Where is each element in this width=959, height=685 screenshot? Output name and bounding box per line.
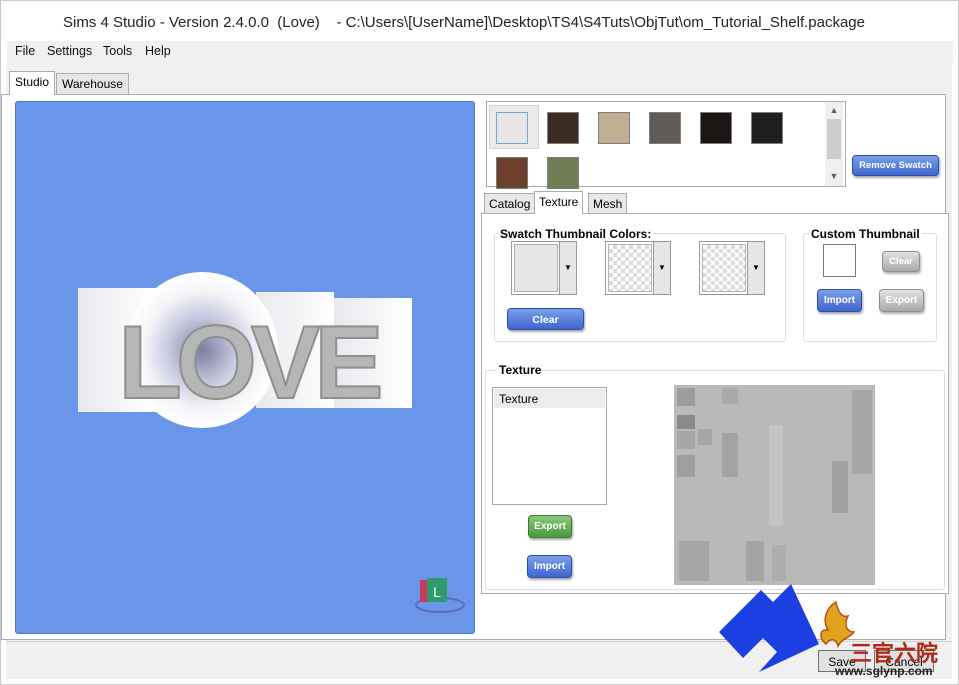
- menu-help[interactable]: Help: [145, 44, 171, 58]
- swatch-7[interactable]: [547, 157, 579, 189]
- tab-texture[interactable]: Texture: [534, 191, 584, 214]
- menu-tools[interactable]: Tools: [103, 44, 132, 58]
- texture-import-button[interactable]: Import: [527, 555, 572, 578]
- custom-thumbnail-clear-button[interactable]: Clear: [882, 251, 920, 272]
- thumbnail-color-picker-3[interactable]: ▼: [699, 241, 765, 295]
- tab-studio[interactable]: Studio: [9, 71, 56, 95]
- menu-settings[interactable]: Settings: [47, 44, 92, 58]
- texture-preview: [674, 385, 875, 585]
- thumbnail-color-picker-2[interactable]: ▼: [605, 241, 671, 295]
- orientation-gizmo[interactable]: L: [415, 578, 465, 613]
- swatch-0[interactable]: [496, 112, 528, 144]
- tab-catalog[interactable]: Catalog: [484, 193, 536, 214]
- color-preview: [514, 244, 558, 292]
- texture-group-label: Texture: [497, 363, 544, 377]
- menu-bar: File Settings Tools Help: [7, 41, 953, 63]
- swatch-6[interactable]: [496, 157, 528, 189]
- color-preview: [702, 244, 746, 292]
- chevron-down-icon[interactable]: ▼: [653, 242, 670, 294]
- menu-file[interactable]: File: [15, 44, 35, 58]
- list-item[interactable]: Texture: [494, 389, 605, 408]
- swatch-2[interactable]: [598, 112, 630, 144]
- annotation-arrow-icon: [719, 584, 819, 672]
- scroll-down-icon[interactable]: ▼: [825, 168, 843, 184]
- watermark-url: www.sglynp.com: [835, 664, 933, 678]
- scroll-up-icon[interactable]: ▲: [825, 102, 843, 118]
- remove-swatch-button[interactable]: Remove Swatch: [852, 155, 939, 176]
- love-model-render: LOVE L: [78, 272, 465, 613]
- thumbnail-color-picker-1[interactable]: ▼: [511, 241, 577, 295]
- swatch-scrollbar[interactable]: ▲ ▼: [825, 102, 843, 186]
- love-model-text: LOVE: [118, 305, 380, 421]
- tab-warehouse[interactable]: Warehouse: [56, 73, 129, 95]
- chevron-down-icon[interactable]: ▼: [559, 242, 576, 294]
- swatch-5[interactable]: [751, 112, 783, 144]
- custom-thumbnail-preview: [823, 244, 856, 277]
- custom-thumbnail-export-button[interactable]: Export: [879, 289, 924, 312]
- scroll-thumb[interactable]: [827, 119, 841, 159]
- color-preview: [608, 244, 652, 292]
- swatch-4[interactable]: [700, 112, 732, 144]
- gizmo-letter: L: [433, 584, 441, 600]
- window-title: Sims 4 Studio - Version 2.4.0.0 (Love) -…: [63, 14, 865, 31]
- chevron-down-icon[interactable]: ▼: [747, 242, 764, 294]
- swatch-3[interactable]: [649, 112, 681, 144]
- tab-mesh[interactable]: Mesh: [588, 193, 628, 214]
- texture-export-button[interactable]: Export: [528, 515, 572, 538]
- swatch-1[interactable]: [547, 112, 579, 144]
- title-bar: Sims 4 Studio - Version 2.4.0.0 (Love) -…: [1, 1, 958, 41]
- texture-list[interactable]: Texture: [492, 387, 607, 505]
- swatch-thumbnail-clear-button[interactable]: Clear: [507, 308, 584, 330]
- custom-thumbnail-label: Custom Thumbnail: [809, 227, 922, 241]
- swatch-thumbnail-label: Swatch Thumbnail Colors:: [498, 227, 654, 241]
- 3d-viewport[interactable]: LOVE L: [15, 101, 475, 634]
- custom-thumbnail-import-button[interactable]: Import: [817, 289, 862, 312]
